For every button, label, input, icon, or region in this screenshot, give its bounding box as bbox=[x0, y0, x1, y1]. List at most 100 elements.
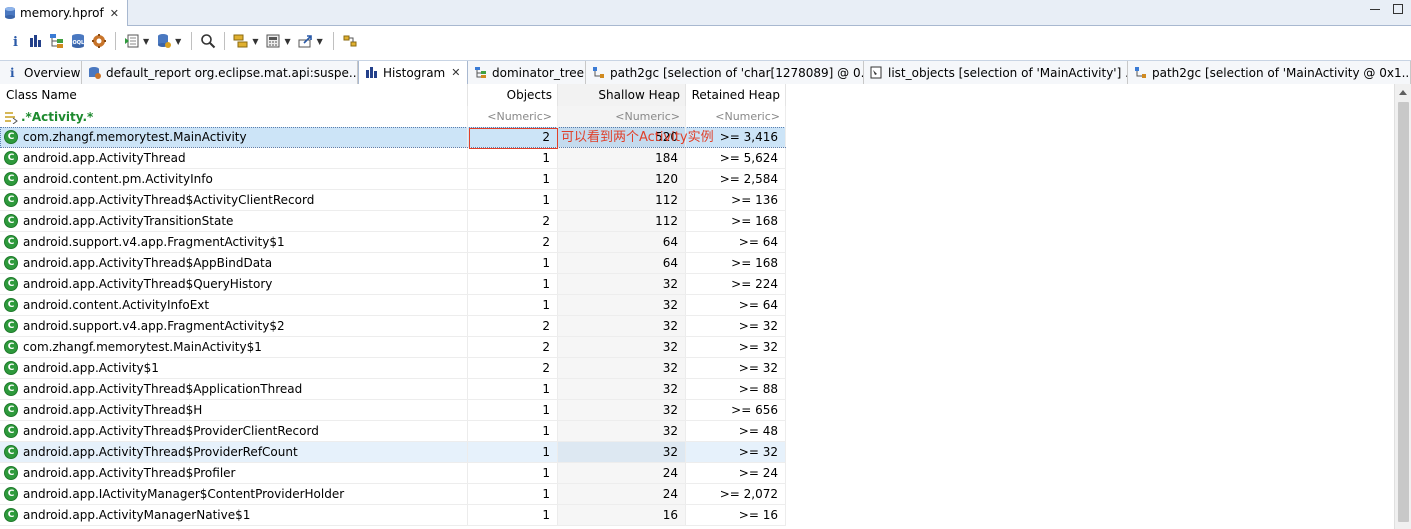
class-name-text: android.app.ActivityThread$ApplicationTh… bbox=[23, 382, 303, 396]
table-row[interactable]: Candroid.app.ActivityManagerNative$1 1 16 >… bbox=[0, 505, 786, 526]
column-header-shallow-heap[interactable]: Shallow Heap bbox=[558, 84, 686, 106]
class-icon: C bbox=[4, 151, 18, 165]
table-row[interactable]: Candroid.app.ActivityThread$QueryHistory… bbox=[0, 274, 786, 295]
shallow-heap-cell: 32 bbox=[558, 274, 686, 294]
table-row[interactable]: Candroid.app.ActivityThread$ProviderRefC… bbox=[0, 442, 786, 463]
editor-tab-strip: memory.hprof ✕ bbox=[0, 0, 1411, 26]
class-name-text: android.app.ActivityThread$Profiler bbox=[23, 466, 236, 480]
table-row[interactable]: Candroid.app.ActivityTransitionState 2 112… bbox=[0, 211, 786, 232]
class-icon: C bbox=[4, 319, 18, 333]
retained-heap-cell: >= 136 bbox=[686, 190, 786, 210]
objects-cell: 2 bbox=[468, 358, 558, 378]
minimize-icon[interactable] bbox=[1369, 3, 1381, 15]
tab-default-report[interactable]: default_report org.eclipse.mat.api:suspe… bbox=[82, 61, 358, 84]
export-icon[interactable] bbox=[297, 32, 315, 50]
retained-heap-cell: >= 64 bbox=[686, 295, 786, 315]
class-name-cell: Candroid.app.ActivityThread$ProviderRefC… bbox=[0, 442, 468, 462]
class-icon: C bbox=[4, 130, 18, 144]
table-row[interactable]: Candroid.app.Activity$1 2 32 >= 32 bbox=[0, 358, 786, 379]
column-header-class-name[interactable]: Class Name bbox=[0, 84, 468, 106]
table-row[interactable]: Candroid.app.ActivityThread$ProviderClie… bbox=[0, 421, 786, 442]
class-name-text: android.app.IActivityManager$ContentProv… bbox=[23, 487, 345, 501]
retained-heap-filter[interactable]: <Numeric> bbox=[686, 106, 786, 127]
table-row[interactable]: Candroid.support.v4.app.FragmentActivity… bbox=[0, 232, 786, 253]
shallow-heap-filter[interactable]: <Numeric> bbox=[558, 106, 686, 127]
calculate-retained-dropdown-icon[interactable]: ▼ bbox=[284, 37, 290, 46]
run-report-dropdown-icon[interactable]: ▼ bbox=[143, 37, 149, 46]
column-header-retained-heap[interactable]: Retained Heap bbox=[686, 84, 786, 106]
editor-tab-memory-hprof[interactable]: memory.hprof ✕ bbox=[0, 0, 128, 26]
scrollbar-thumb[interactable] bbox=[1398, 102, 1409, 522]
histogram-icon[interactable] bbox=[27, 32, 45, 50]
tab-histogram[interactable]: Histogram ✕ bbox=[358, 61, 468, 84]
shallow-heap-cell: 32 bbox=[558, 442, 686, 462]
class-name-text: android.support.v4.app.FragmentActivity$… bbox=[23, 319, 285, 333]
table-row[interactable]: Candroid.content.ActivityInfoExt 1 32 >= 64 bbox=[0, 295, 786, 316]
table-row[interactable]: Candroid.app.ActivityThread$AppBindData 1… bbox=[0, 253, 786, 274]
shallow-heap-cell: 16 bbox=[558, 505, 686, 525]
tab-close-icon[interactable]: ✕ bbox=[451, 66, 460, 79]
maximize-icon[interactable] bbox=[1393, 4, 1403, 14]
table-row[interactable]: Candroid.support.v4.app.FragmentActivity… bbox=[0, 316, 786, 337]
run-report-icon[interactable] bbox=[123, 32, 141, 50]
class-icon: C bbox=[4, 466, 18, 480]
class-name-text: android.app.ActivityThread$ProviderRefCo… bbox=[23, 445, 298, 459]
calculate-retained-icon[interactable] bbox=[264, 32, 282, 50]
table-row[interactable]: Candroid.app.IActivityManager$ContentPro… bbox=[0, 484, 786, 505]
editor-tab-label: memory.hprof bbox=[20, 6, 104, 20]
group-by-dropdown-icon[interactable]: ▼ bbox=[252, 37, 258, 46]
retained-heap-cell: >= 2,584 bbox=[686, 169, 786, 189]
vertical-scrollbar[interactable] bbox=[1394, 84, 1411, 529]
info-icon[interactable]: i bbox=[6, 32, 24, 50]
class-icon: C bbox=[4, 277, 18, 291]
tab-path2gc-mainactivity[interactable]: path2gc [selection of 'MainActivity @ 0x… bbox=[1128, 61, 1411, 84]
tab-label: dominator_tree bbox=[492, 65, 585, 80]
tab-label: path2gc [selection of 'char[1278089] @ 0… bbox=[610, 65, 864, 80]
table-row[interactable]: Candroid.app.ActivityThread$Profiler 1 24 >… bbox=[0, 463, 786, 484]
tab-dominator-tree[interactable]: dominator_tree bbox=[468, 61, 586, 84]
class-name-text: com.zhangf.memorytest.MainActivity bbox=[23, 130, 247, 144]
query-browser-dropdown-icon[interactable]: ▼ bbox=[175, 37, 181, 46]
class-name-filter[interactable]: .*Activity.* bbox=[0, 106, 468, 127]
scroll-up-icon[interactable] bbox=[1399, 90, 1407, 95]
objects-cell: 2 bbox=[468, 211, 558, 231]
toolbar: i OQL ▼ ▼ ▼ ▼ ▼ bbox=[0, 27, 1411, 55]
objects-cell: 1 bbox=[468, 169, 558, 189]
class-name-text: android.app.ActivityThread$ActivityClien… bbox=[23, 193, 315, 207]
histogram-table: Class Name Objects Shallow Heap Retained… bbox=[0, 84, 1394, 529]
class-name-text: android.app.ActivityThread$H bbox=[23, 403, 203, 417]
group-by-icon[interactable] bbox=[232, 32, 250, 50]
table-row[interactable]: Candroid.app.ActivityThread$ApplicationT… bbox=[0, 379, 786, 400]
class-name-text: android.content.ActivityInfoExt bbox=[23, 298, 210, 312]
heap-dump-overview-icon[interactable] bbox=[90, 32, 108, 50]
column-header-objects[interactable]: Objects bbox=[468, 84, 558, 106]
retained-heap-cell: >= 224 bbox=[686, 274, 786, 294]
search-icon[interactable] bbox=[199, 32, 217, 50]
table-row[interactable]: Candroid.app.ActivityThread 1 184 >= 5,624 bbox=[0, 148, 786, 169]
retained-heap-cell: >= 32 bbox=[686, 358, 786, 378]
table-row[interactable]: Candroid.app.ActivityThread$ActivityClie… bbox=[0, 190, 786, 211]
objects-filter[interactable]: <Numeric> bbox=[468, 106, 558, 127]
pin-icon[interactable] bbox=[341, 32, 359, 50]
shallow-heap-cell: 120 bbox=[558, 169, 686, 189]
tab-label: default_report org.eclipse.mat.api:suspe… bbox=[106, 65, 358, 80]
query-browser-icon[interactable] bbox=[155, 32, 173, 50]
dominator-tree-icon[interactable] bbox=[48, 32, 66, 50]
class-name-text: android.app.ActivityThread$ProviderClien… bbox=[23, 424, 319, 438]
export-dropdown-icon[interactable]: ▼ bbox=[317, 37, 323, 46]
retained-heap-cell: >= 16 bbox=[686, 505, 786, 525]
class-icon: C bbox=[4, 193, 18, 207]
table-body: Ccom.zhangf.memorytest.MainActivity 2 520 >… bbox=[0, 127, 786, 526]
tab-list-objects[interactable]: list_objects [selection of 'MainActivity… bbox=[864, 61, 1128, 84]
table-row[interactable]: Candroid.content.pm.ActivityInfo 1 120 >= 2… bbox=[0, 169, 786, 190]
tab-overview[interactable]: i Overview bbox=[0, 61, 82, 84]
shallow-heap-cell: 32 bbox=[558, 295, 686, 315]
tab-path2gc-char[interactable]: path2gc [selection of 'char[1278089] @ 0… bbox=[586, 61, 864, 84]
class-icon: C bbox=[4, 403, 18, 417]
table-row[interactable]: Ccom.zhangf.memorytest.MainActivity$1 2 32… bbox=[0, 337, 786, 358]
oql-icon[interactable]: OQL bbox=[69, 32, 87, 50]
retained-heap-cell: >= 32 bbox=[686, 337, 786, 357]
table-row[interactable]: Candroid.app.ActivityThread$H 1 32 >= 656 bbox=[0, 400, 786, 421]
editor-tab-close-icon[interactable]: ✕ bbox=[110, 7, 119, 20]
class-name-cell: Candroid.content.pm.ActivityInfo bbox=[0, 169, 468, 189]
